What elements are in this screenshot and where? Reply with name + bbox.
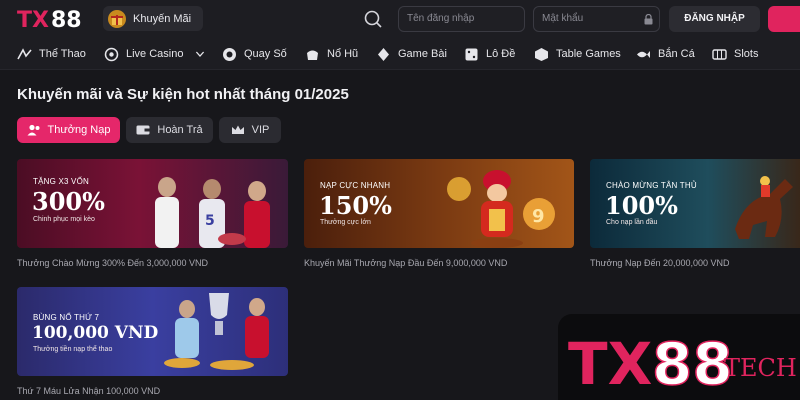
svg-text:9: 9 xyxy=(532,206,545,227)
tab-label: Hoàn Trả xyxy=(157,124,203,136)
nav-item-lo-de[interactable]: Lô Đề xyxy=(464,38,515,70)
category-nav: Thể Thao Live Casino Quay Số Nổ Hũ Game … xyxy=(0,38,800,70)
promo-banner-first-deposit[interactable]: NẠP CỰC NHANH 150% Thưởng cực lớn 9 xyxy=(304,159,574,248)
logo-text-tx: TX xyxy=(17,8,49,33)
promo-caption[interactable]: Thưởng Chào Mừng 300% Đến 3,000,000 VND xyxy=(17,258,208,268)
crown-icon xyxy=(231,125,244,134)
cards-icon xyxy=(378,47,389,61)
nav-item-live-casino[interactable]: Live Casino xyxy=(104,38,206,70)
nav-item-no-hu[interactable]: Nổ Hũ xyxy=(305,38,358,70)
tab-vip[interactable]: VIP xyxy=(219,117,281,143)
nav-item-quay-so[interactable]: Quay Số xyxy=(222,38,287,70)
top-header: TX 88 Khuyến Mãi Tên đăng nhập Mật khẩu … xyxy=(0,0,800,38)
banner-subline: Thưởng cực lớn xyxy=(320,219,371,226)
watermark-tx: TX xyxy=(568,330,652,396)
banner-headline: 100% xyxy=(605,191,678,220)
gift-icon xyxy=(108,9,126,28)
lottery-ball-icon xyxy=(223,47,236,61)
logo-text-88: 88 xyxy=(51,8,82,33)
nav-label: Thể Thao xyxy=(39,48,86,60)
banner-subline: Thưởng tiền nạp thể thao xyxy=(33,346,113,353)
watermark-tech: TECH xyxy=(724,354,796,382)
jackpot-icon xyxy=(307,50,318,60)
promo-banner-newcomer[interactable]: CHÀO MỪNG TÂN THỦ 100% Cho nạp lần đầu xyxy=(590,159,800,248)
promo-caption[interactable]: Thưởng Nạp Đến 20,000,000 VND xyxy=(590,258,730,268)
username-placeholder: Tên đăng nhập xyxy=(407,13,475,24)
chevron-down-icon xyxy=(196,51,205,57)
nav-item-game-bai[interactable]: Game Bài xyxy=(376,38,447,70)
banner-subline: Cho nạp lần đầu xyxy=(606,219,658,226)
tab-hoan-tra[interactable]: Hoàn Trả xyxy=(126,117,213,143)
promo-banner-welcome[interactable]: TẶNG X3 VỐN 300% Chinh phục mọi kèo 5 xyxy=(17,159,288,248)
register-button[interactable] xyxy=(768,6,800,32)
fortune-god-artwork: 9 xyxy=(447,170,555,248)
racing-horse-artwork xyxy=(735,176,793,239)
promo-banner-saturday[interactable]: BÙNG NỔ THỨ 7 100,000 VND Thưởng tiền nạ… xyxy=(17,287,288,376)
banner-subline: Chinh phục mọi kèo xyxy=(33,216,95,223)
brand-watermark: TX 88 TECH xyxy=(558,314,800,400)
password-input[interactable]: Mật khẩu xyxy=(533,6,660,32)
site-logo[interactable]: TX 88 xyxy=(17,5,89,33)
tab-thuong-nap[interactable]: Thưởng Nạp xyxy=(17,117,120,143)
dice-icon xyxy=(465,48,478,60)
promotions-button[interactable]: Khuyến Mãi xyxy=(103,6,203,31)
promo-caption[interactable]: Thứ 7 Máu Lửa Nhận 100,000 VND xyxy=(17,386,160,396)
page-title: Khuyến mãi và Sự kiện hot nhất tháng 01/… xyxy=(17,86,349,103)
username-input[interactable]: Tên đăng nhập xyxy=(398,6,525,32)
search-icon[interactable] xyxy=(363,9,383,29)
nav-item-slots[interactable]: Slots xyxy=(712,38,758,70)
svg-text:5: 5 xyxy=(205,213,215,229)
user-group-icon xyxy=(27,124,40,136)
lock-icon xyxy=(644,14,653,25)
nav-item-ban-ca[interactable]: Bắn Cá xyxy=(636,38,695,70)
trophy-players-artwork xyxy=(164,293,269,370)
login-button[interactable]: ĐĂNG NHẬP xyxy=(669,6,760,32)
nav-label: Lô Đề xyxy=(486,48,516,60)
nav-label: Slots xyxy=(734,48,759,60)
fish-icon xyxy=(637,50,650,58)
banner-headline: 300% xyxy=(32,187,105,216)
banner-headline: 100,000 VND xyxy=(32,323,159,343)
nav-item-the-thao[interactable]: Thể Thao xyxy=(17,38,86,70)
live-casino-icon xyxy=(104,47,119,61)
nav-label: Bắn Cá xyxy=(658,48,695,60)
watermark-88: 88 xyxy=(652,330,733,396)
nav-label: Quay Số xyxy=(244,48,287,60)
promotions-label: Khuyến Mãi xyxy=(133,12,192,25)
banner-kicker: BÙNG NỔ THỨ 7 xyxy=(33,313,100,322)
password-placeholder: Mật khẩu xyxy=(542,13,584,24)
banner-kicker: NẠP CỰC NHANH xyxy=(320,181,391,190)
watermark-logo: TX 88 TECH xyxy=(568,329,796,396)
nav-item-table-games[interactable]: Table Games xyxy=(534,38,621,70)
nav-label: Nổ Hũ xyxy=(327,48,359,60)
slots-icon xyxy=(712,48,727,60)
wallet-icon xyxy=(136,125,150,135)
nav-label: Game Bài xyxy=(398,48,447,60)
banner-headline: 150% xyxy=(319,191,392,220)
football-players-artwork: 5 xyxy=(155,177,270,248)
tab-label: VIP xyxy=(251,124,270,136)
table-games-icon xyxy=(535,47,548,61)
nav-label: Live Casino xyxy=(126,48,184,60)
promo-caption[interactable]: Khuyến Mãi Thưởng Nạp Đầu Đến 9,000,000 … xyxy=(304,258,507,268)
nav-label: Table Games xyxy=(556,48,621,60)
banner-kicker: TẶNG X3 VỐN xyxy=(33,177,89,186)
banner-kicker: CHÀO MỪNG TÂN THỦ xyxy=(606,181,697,190)
tab-label: Thưởng Nạp xyxy=(47,124,111,136)
sports-icon xyxy=(17,47,32,59)
